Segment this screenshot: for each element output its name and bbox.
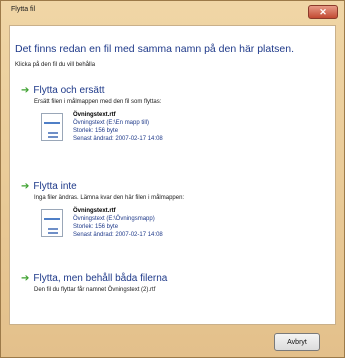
file-card[interactable]: Övningstext.rtf Övningstext (E:\Övningsm… bbox=[37, 207, 287, 247]
option-label: Flytta inte bbox=[33, 181, 77, 192]
option-dont-move[interactable]: ➔ Flytta inte bbox=[21, 181, 77, 192]
arrow-icon: ➔ bbox=[21, 181, 30, 192]
file-location: Övningstext (E:\En mapp till) bbox=[73, 120, 150, 126]
cancel-button[interactable]: Avbryt bbox=[274, 333, 320, 351]
option-description: Den fil du flyttar får namnet Övningstex… bbox=[34, 287, 156, 293]
title-bar[interactable]: Flytta fil ✕ bbox=[1, 1, 344, 23]
arrow-icon: ➔ bbox=[21, 273, 30, 284]
option-move-keep-both[interactable]: ➔ Flytta, men behåll båda filerna bbox=[21, 273, 167, 284]
file-info: Övningstext.rtf Övningstext (E:\Övningsm… bbox=[73, 207, 163, 239]
file-size: Storlek: 156 byte bbox=[73, 224, 119, 230]
window-title: Flytta fil bbox=[11, 6, 36, 13]
arrow-icon: ➔ bbox=[21, 85, 30, 96]
close-button[interactable]: ✕ bbox=[308, 5, 338, 19]
dialog-subline: Klicka på den fil du vill behålla bbox=[15, 62, 96, 68]
close-icon: ✕ bbox=[319, 7, 327, 17]
file-card[interactable]: Övningstext.rtf Övningstext (E:\En mapp … bbox=[37, 111, 287, 151]
file-size: Storlek: 156 byte bbox=[73, 128, 119, 134]
button-bar: Avbryt bbox=[1, 331, 344, 357]
rtf-file-icon bbox=[41, 209, 63, 237]
option-label: Flytta och ersätt bbox=[33, 85, 105, 96]
rtf-file-icon bbox=[41, 113, 63, 141]
file-info: Övningstext.rtf Övningstext (E:\En mapp … bbox=[73, 111, 163, 143]
file-modified: Senast ändrad: 2007-02-17 14:08 bbox=[73, 136, 163, 142]
option-move-and-replace[interactable]: ➔ Flytta och ersätt bbox=[21, 85, 105, 96]
option-label: Flytta, men behåll båda filerna bbox=[33, 273, 168, 284]
file-name: Övningstext.rtf bbox=[73, 112, 116, 118]
file-location: Övningstext (E:\Övningsmapp) bbox=[73, 216, 155, 222]
option-description: Inga filer ändras. Lämna kvar den här fi… bbox=[34, 195, 185, 201]
dialog-headline: Det finns redan en fil med samma namn på… bbox=[15, 43, 294, 55]
move-file-dialog: Flytta fil ✕ Det finns redan en fil med … bbox=[0, 0, 345, 358]
option-description: Ersätt filen i målmappen med den fil som… bbox=[34, 99, 162, 105]
file-modified: Senast ändrad: 2007-02-17 14:08 bbox=[73, 232, 163, 238]
file-name: Övningstext.rtf bbox=[73, 208, 116, 214]
